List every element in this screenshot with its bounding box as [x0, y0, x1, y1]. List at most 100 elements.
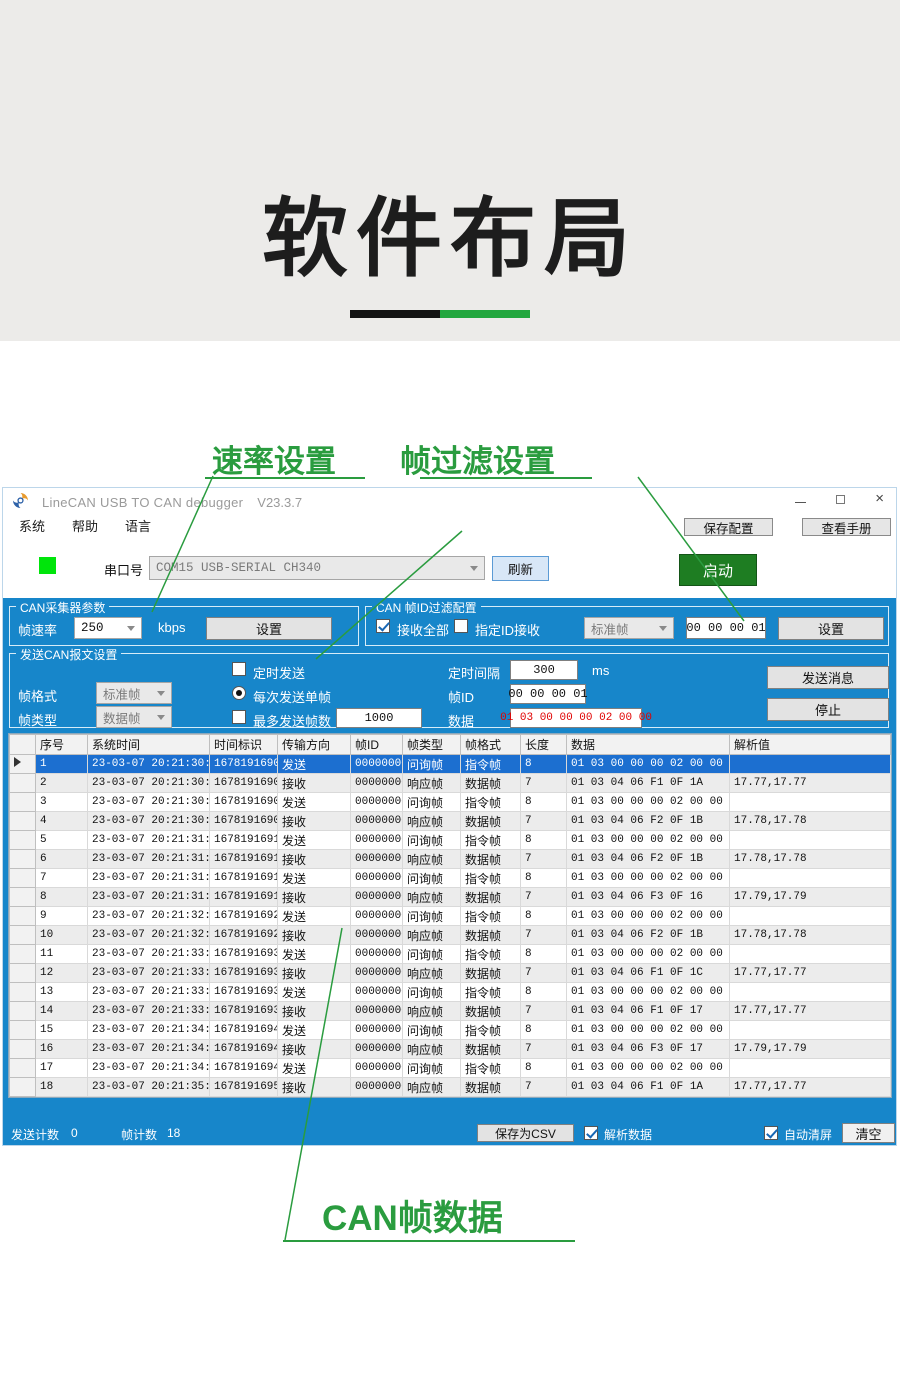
- rate-combo[interactable]: 250: [74, 617, 142, 639]
- row-selector-cell: [10, 1002, 36, 1021]
- table-cell: 13: [36, 983, 88, 1002]
- table-cell: 00000000: [351, 850, 403, 869]
- column-header[interactable]: 解析值: [730, 735, 891, 755]
- view-manual-button[interactable]: 查看手册: [802, 518, 891, 536]
- table-cell: 00000000: [351, 869, 403, 888]
- filter-frame-combo[interactable]: 标准帧: [584, 617, 674, 639]
- filter-set-button[interactable]: 设置: [778, 617, 884, 640]
- specified-id-label: 指定ID接收: [475, 620, 540, 639]
- app-titlebar: LineCAN USB TO CAN debugger V23.3.7 ×: [3, 488, 896, 514]
- column-header[interactable]: 长度: [521, 735, 567, 755]
- specified-id-checkbox[interactable]: [454, 619, 468, 633]
- table-cell: 01 03 04 06 F1 0F 1A: [567, 1078, 730, 1097]
- max-frames-field[interactable]: 1000: [336, 708, 422, 728]
- column-header[interactable]: 传输方向: [278, 735, 351, 755]
- table-cell: 7: [521, 1040, 567, 1059]
- table-cell: 17.77,17.77: [730, 1002, 891, 1021]
- table-cell: 23-03-07 20:21:31:9: [88, 888, 210, 907]
- table-cell: 数据帧: [461, 850, 521, 869]
- table-row[interactable]: 123-03-07 20:21:30:21678191690发送00000000…: [10, 755, 891, 774]
- column-header[interactable]: 序号: [36, 735, 88, 755]
- table-row[interactable]: 1823-03-07 20:21:35:01678191695接收0000000…: [10, 1078, 891, 1097]
- table-row[interactable]: 1223-03-07 20:21:33:41678191693接收0000000…: [10, 964, 891, 983]
- table-cell: 18: [36, 1078, 88, 1097]
- start-button[interactable]: 启动: [679, 554, 757, 586]
- column-header[interactable]: 帧类型: [403, 735, 461, 755]
- receive-all-checkbox[interactable]: [376, 619, 390, 633]
- clear-button[interactable]: 清空: [842, 1123, 895, 1143]
- menu-help[interactable]: 帮助: [72, 516, 98, 535]
- table-row[interactable]: 523-03-07 20:21:31:21678191691发送00000000…: [10, 831, 891, 850]
- table-row[interactable]: 623-03-07 20:21:31:21678191691接收00000000…: [10, 850, 891, 869]
- collector-set-button[interactable]: 设置: [206, 617, 332, 640]
- table-cell: 7: [521, 926, 567, 945]
- max-frames-checkbox[interactable]: [232, 710, 246, 724]
- table-cell: 1678191694: [210, 1040, 278, 1059]
- column-header[interactable]: 数据: [567, 735, 730, 755]
- frame-type-combo[interactable]: 数据帧: [96, 706, 172, 728]
- table-row[interactable]: 1523-03-07 20:21:34:41678191694发送0000000…: [10, 1021, 891, 1040]
- table-cell: 1: [36, 755, 88, 774]
- table-cell: 23-03-07 20:21:33:4: [88, 964, 210, 983]
- filter-id-field[interactable]: 00 00 00 01: [686, 617, 766, 639]
- table-row[interactable]: 1323-03-07 20:21:33:71678191693发送0000000…: [10, 983, 891, 1002]
- maximize-icon[interactable]: [836, 495, 845, 504]
- frame-format-value: 标准帧: [103, 684, 141, 703]
- table-cell: 17.77,17.77: [730, 1078, 891, 1097]
- table-cell: 7: [36, 869, 88, 888]
- refresh-button[interactable]: 刷新: [492, 556, 549, 581]
- parse-data-checkbox[interactable]: [584, 1126, 598, 1140]
- frame-id-field[interactable]: 00 00 00 01: [510, 684, 586, 704]
- column-header[interactable]: 系统时间: [88, 735, 210, 755]
- table-cell: 23-03-07 20:21:30:8: [88, 793, 210, 812]
- menu-system[interactable]: 系统: [19, 516, 45, 535]
- send-count-value: 0: [71, 1126, 78, 1140]
- column-header[interactable]: 帧格式: [461, 735, 521, 755]
- save-config-button[interactable]: 保存配置: [684, 518, 773, 536]
- table-cell: 1678191690: [210, 755, 278, 774]
- column-header[interactable]: 时间标识: [210, 735, 278, 755]
- table-row[interactable]: 323-03-07 20:21:30:81678191690发送00000000…: [10, 793, 891, 812]
- table-cell: 7: [521, 888, 567, 907]
- table-row[interactable]: 923-03-07 20:21:32:41678191692发送00000000…: [10, 907, 891, 926]
- menu-language[interactable]: 语言: [125, 516, 151, 535]
- table-cell: 00000000: [351, 755, 403, 774]
- table-cell: 指令帧: [461, 793, 521, 812]
- table-row[interactable]: 1623-03-07 20:21:34:51678191694接收0000000…: [10, 1040, 891, 1059]
- data-field[interactable]: 01 03 00 00 00 02 00 00: [510, 708, 642, 728]
- table-row[interactable]: 1023-03-07 20:21:32:51678191692接收0000000…: [10, 926, 891, 945]
- interval-field[interactable]: 300: [510, 660, 578, 680]
- table-cell: 4: [36, 812, 88, 831]
- table-cell: 00000000: [351, 907, 403, 926]
- table-cell: 响应帧: [403, 1040, 461, 1059]
- serial-port-label: 串口号: [104, 560, 143, 579]
- table-cell: 9: [36, 907, 88, 926]
- stop-button[interactable]: 停止: [767, 698, 889, 721]
- table-cell: 数据帧: [461, 774, 521, 793]
- send-message-button[interactable]: 发送消息: [767, 666, 889, 689]
- auto-clear-label: 自动清屏: [784, 1126, 832, 1143]
- table-row[interactable]: 1423-03-07 20:21:33:71678191693接收0000000…: [10, 1002, 891, 1021]
- table-row[interactable]: 823-03-07 20:21:31:91678191691接收00000000…: [10, 888, 891, 907]
- serial-port-combo[interactable]: COM15 USB-SERIAL CH340: [149, 556, 485, 580]
- column-header[interactable]: 帧ID: [351, 735, 403, 755]
- chevron-down-icon: [659, 626, 667, 631]
- chevron-down-icon: [157, 691, 165, 696]
- single-frame-radio[interactable]: [232, 686, 246, 700]
- table-row[interactable]: 223-03-07 20:21:30:31678191690接收00000000…: [10, 774, 891, 793]
- table-row[interactable]: 423-03-07 20:21:30:81678191690接收00000000…: [10, 812, 891, 831]
- table-cell: 00000000: [351, 926, 403, 945]
- close-icon[interactable]: ×: [875, 494, 884, 504]
- table-row[interactable]: 1723-03-07 20:21:34:91678191694发送0000000…: [10, 1059, 891, 1078]
- save-csv-button[interactable]: 保存为CSV: [477, 1124, 574, 1142]
- frame-format-combo[interactable]: 标准帧: [96, 682, 172, 704]
- minimize-icon[interactable]: [795, 495, 806, 503]
- table-row[interactable]: 723-03-07 20:21:31:91678191691发送00000000…: [10, 869, 891, 888]
- table-row[interactable]: 1123-03-07 20:21:33:21678191693发送0000000…: [10, 945, 891, 964]
- table-cell: 7: [521, 1078, 567, 1097]
- timed-send-checkbox[interactable]: [232, 662, 246, 676]
- row-selector-header: [10, 735, 36, 755]
- table-cell: 3: [36, 793, 88, 812]
- table-cell: 17.77,17.77: [730, 964, 891, 983]
- auto-clear-checkbox[interactable]: [764, 1126, 778, 1140]
